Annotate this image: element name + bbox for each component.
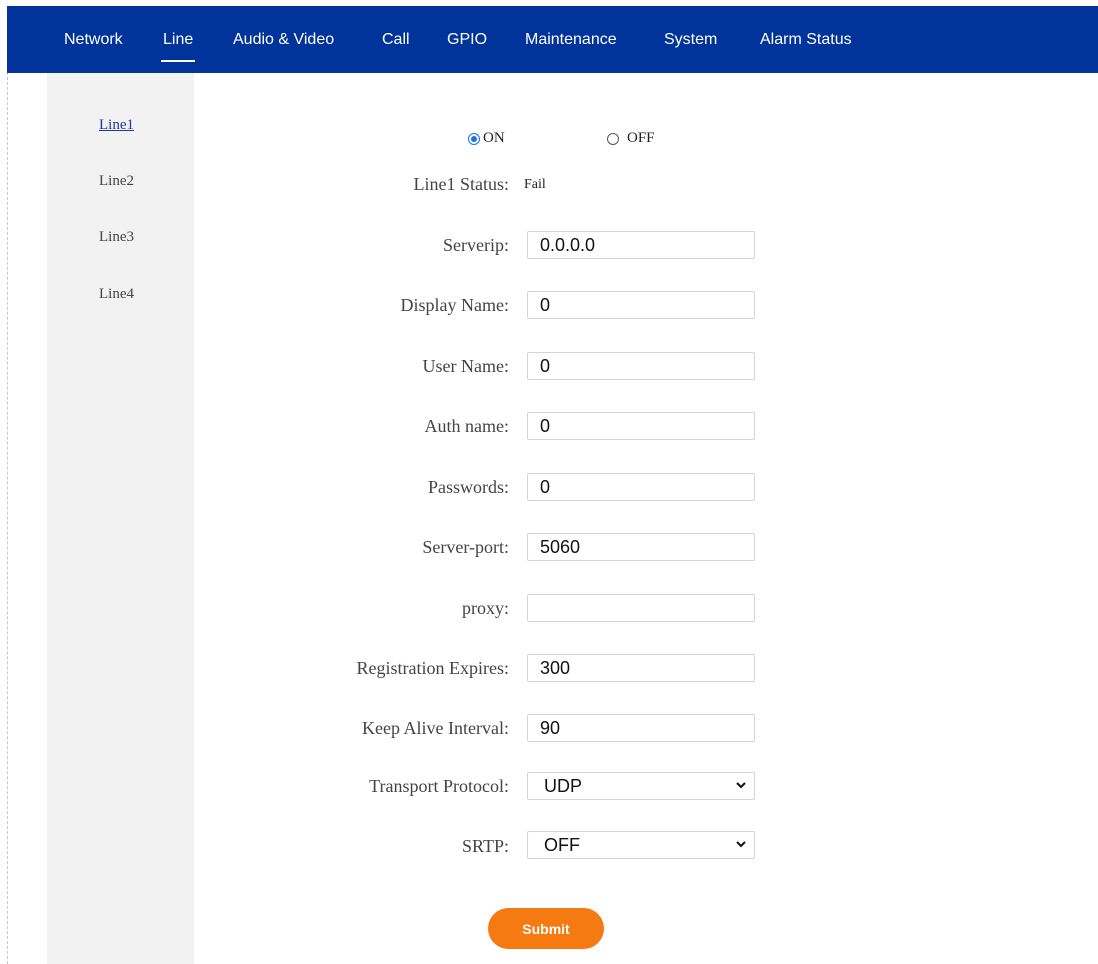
user-name-label: User Name: bbox=[422, 356, 509, 376]
nav-item-gpio[interactable]: GPIO bbox=[447, 31, 487, 49]
top-navigation-bar: Network Line Audio & Video Call GPIO Mai… bbox=[7, 6, 1098, 73]
line-status-label: Line1 Status: bbox=[413, 174, 510, 194]
radio-off-indicator[interactable] bbox=[607, 132, 619, 145]
nav-item-maintenance[interactable]: Maintenance bbox=[525, 31, 617, 49]
server-port-label: Server-port: bbox=[422, 537, 509, 557]
srtp-select-wrap[interactable]: OFF bbox=[527, 831, 755, 859]
radio-off-label: OFF bbox=[627, 130, 655, 146]
srtp-select[interactable]: OFF bbox=[527, 831, 755, 859]
proxy-label: proxy: bbox=[462, 598, 509, 618]
nav-item-call[interactable]: Call bbox=[382, 31, 410, 49]
nav-item-audio-video[interactable]: Audio & Video bbox=[233, 31, 334, 49]
registration-expires-label: Registration Expires: bbox=[356, 658, 509, 678]
transport-protocol-select-wrap[interactable]: UDP bbox=[527, 772, 755, 800]
registration-expires-input[interactable] bbox=[527, 654, 755, 682]
display-name-label: Display Name: bbox=[400, 295, 509, 315]
user-name-input[interactable] bbox=[527, 352, 755, 380]
keep-alive-interval-input[interactable] bbox=[527, 714, 755, 742]
passwords-input[interactable] bbox=[527, 473, 755, 501]
line-status-value: Fail bbox=[524, 177, 546, 192]
radio-on-indicator[interactable] bbox=[468, 132, 480, 145]
page-left-border bbox=[7, 72, 8, 964]
passwords-label: Passwords: bbox=[427, 477, 509, 497]
submit-button[interactable]: Submit bbox=[488, 908, 604, 949]
nav-item-network[interactable]: Network bbox=[64, 31, 123, 49]
sidebar-item-line1[interactable]: Line1 bbox=[99, 117, 134, 134]
sidebar-item-line3[interactable]: Line3 bbox=[99, 229, 134, 246]
srtp-label: SRTP: bbox=[462, 836, 509, 856]
display-name-input[interactable] bbox=[527, 291, 755, 319]
nav-item-system[interactable]: System bbox=[664, 31, 717, 49]
keep-alive-interval-label: Keep Alive Interval: bbox=[362, 718, 509, 738]
radio-on[interactable]: ON bbox=[468, 130, 505, 147]
server-port-input[interactable] bbox=[527, 533, 755, 561]
auth-name-input[interactable] bbox=[527, 412, 755, 440]
auth-name-label: Auth name: bbox=[424, 416, 509, 436]
proxy-input[interactable] bbox=[527, 594, 755, 622]
nav-item-alarm-status[interactable]: Alarm Status bbox=[760, 31, 852, 49]
nav-item-line[interactable]: Line bbox=[160, 31, 196, 62]
transport-protocol-label: Transport Protocol: bbox=[369, 776, 509, 796]
serverip-label: Serverip: bbox=[443, 235, 509, 255]
sidebar-item-line4[interactable]: Line4 bbox=[99, 286, 134, 303]
line-sidebar: Line1 Line2 Line3 Line4 bbox=[47, 73, 194, 964]
serverip-input[interactable] bbox=[527, 231, 755, 259]
radio-on-label: ON bbox=[483, 130, 505, 146]
sidebar-item-line2[interactable]: Line2 bbox=[99, 173, 134, 190]
transport-protocol-select[interactable]: UDP bbox=[527, 772, 755, 800]
radio-off[interactable]: OFF bbox=[607, 130, 655, 147]
